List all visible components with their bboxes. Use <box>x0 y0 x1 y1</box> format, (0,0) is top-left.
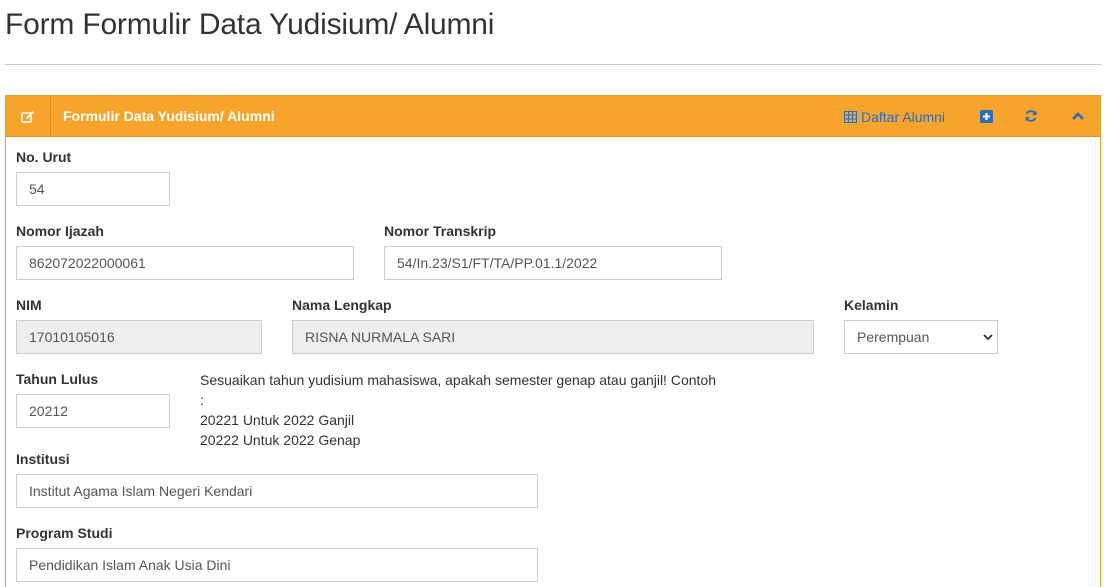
nomor-ijazah-label: Nomor Ijazah <box>16 223 104 239</box>
institusi-input[interactable]: Institut Agama Islam Negeri Kendari <box>16 474 538 508</box>
nomor-transkrip-input[interactable]: 54/In.23/S1/FT/TA/PP.01.1/2022 <box>384 246 722 280</box>
panel-heading: Formulir Data Yudisium/ Alumni <box>63 108 275 124</box>
panel-header: Formulir Data Yudisium/ Alumni Daftar Al… <box>6 96 1100 137</box>
title-divider <box>5 64 1101 65</box>
nim-input[interactable]: 17010105016 <box>16 320 262 354</box>
hint-example-genap: 20222 Untuk 2022 Genap <box>200 432 361 448</box>
refresh-button[interactable] <box>1023 108 1039 124</box>
hint-example-ganjil: 20221 Untuk 2022 Ganjil <box>200 412 355 428</box>
program-studi-input[interactable]: Pendidikan Islam Anak Usia Dini <box>16 548 538 582</box>
program-studi-label: Program Studi <box>16 525 113 541</box>
hint-line: : <box>200 392 204 408</box>
institusi-label: Institusi <box>16 451 70 467</box>
collapse-button[interactable] <box>1070 108 1086 124</box>
nama-lengkap-input[interactable]: RISNA NURMALA SARI <box>292 320 814 354</box>
kelamin-label: Kelamin <box>844 297 899 313</box>
daftar-alumni-label: Daftar Alumni <box>861 109 946 125</box>
nomor-transkrip-label: Nomor Transkrip <box>384 223 497 239</box>
add-button[interactable] <box>978 108 994 124</box>
kelamin-select[interactable]: Perempuan <box>844 320 998 354</box>
tahun-lulus-hint: Sesuaikan tahun yudisium mahasiswa, apak… <box>200 370 716 450</box>
chevron-down-icon <box>983 334 993 341</box>
page-title: Form Formulir Data Yudisium/ Alumni <box>5 8 495 41</box>
refresh-icon <box>1025 110 1037 122</box>
nomor-ijazah-input[interactable]: 862072022000061 <box>16 246 354 280</box>
tahun-lulus-input[interactable]: 20212 <box>16 394 170 428</box>
hint-line: Sesuaikan tahun yudisium mahasiswa, apak… <box>200 372 716 388</box>
tahun-lulus-label: Tahun Lulus <box>16 371 99 387</box>
no-urut-label: No. Urut <box>16 149 72 165</box>
nama-lengkap-label: Nama Lengkap <box>292 297 392 313</box>
plus-square-icon <box>979 109 993 123</box>
table-icon <box>844 111 857 123</box>
chevron-up-icon <box>1072 112 1084 120</box>
nim-label: NIM <box>16 297 42 313</box>
edit-icon <box>6 96 51 137</box>
daftar-alumni-link[interactable]: Daftar Alumni <box>844 109 945 125</box>
kelamin-selected-value: Perempuan <box>857 329 930 345</box>
no-urut-input[interactable]: 54 <box>16 172 170 206</box>
